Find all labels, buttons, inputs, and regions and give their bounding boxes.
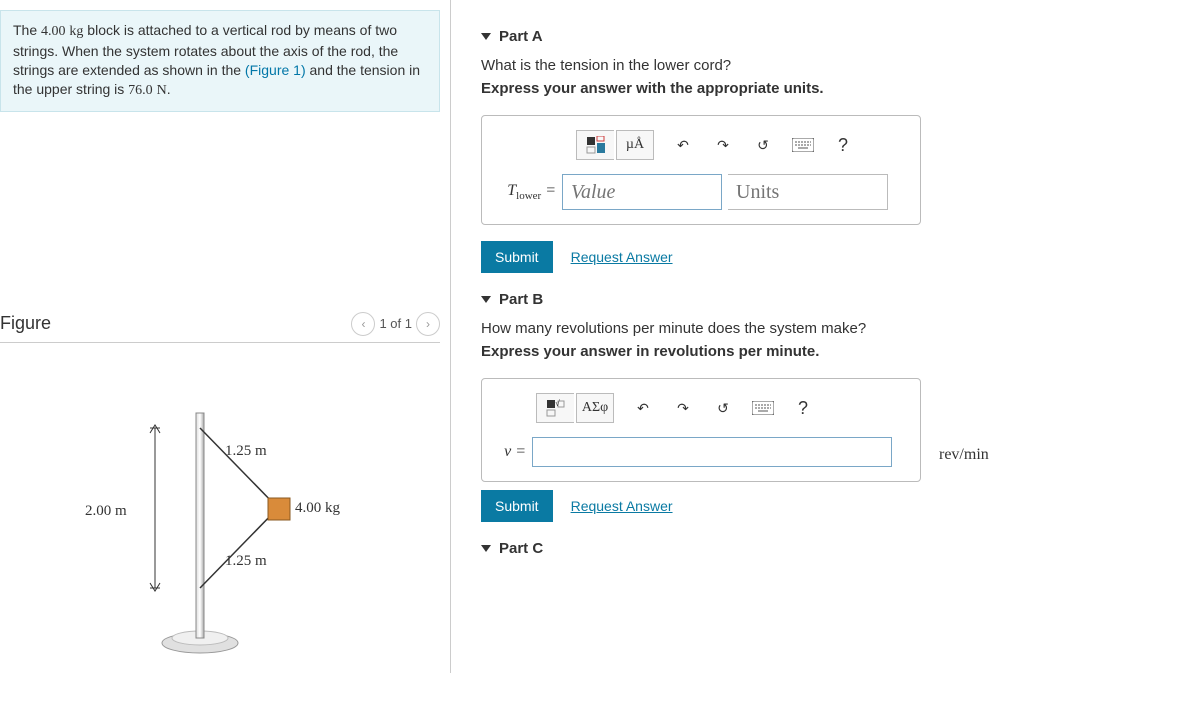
numeric-input[interactable] [532, 437, 892, 467]
undo-icon[interactable]: ↶ [624, 393, 662, 423]
redo-icon[interactable]: ↷ [704, 130, 742, 160]
part-c-header[interactable]: Part C [481, 540, 1180, 557]
pager-next[interactable]: › [416, 312, 440, 336]
part-a-header[interactable]: Part A [481, 28, 1180, 45]
keyboard-icon[interactable] [744, 393, 782, 423]
part-b-answer-box: √ ΑΣφ ↶ ↷ ↺ ? ν = [481, 378, 921, 482]
part-c-title: Part C [499, 540, 543, 557]
request-answer-link[interactable]: Request Answer [571, 249, 673, 265]
part-a-question: What is the tension in the lower cord? [481, 57, 1180, 74]
figure-diagram: 2.00 m 1.25 m 1.25 m 4.00 kg [0, 373, 440, 673]
help-icon[interactable]: ? [784, 393, 822, 423]
part-a-title: Part A [499, 28, 543, 45]
caret-down-icon [481, 33, 491, 40]
units-button[interactable]: µÅ [616, 130, 654, 160]
caret-down-icon [481, 545, 491, 552]
figure-dim-upper: 1.25 m [225, 443, 267, 460]
help-icon[interactable]: ? [824, 130, 862, 160]
unit-suffix: rev/min [939, 446, 989, 463]
request-answer-link-b[interactable]: Request Answer [571, 498, 673, 514]
value-input[interactable] [562, 174, 722, 210]
figure-title: Figure [0, 313, 51, 334]
redo-icon[interactable]: ↷ [664, 393, 702, 423]
part-a-instruction: Express your answer with the appropriate… [481, 80, 1180, 97]
reset-icon[interactable]: ↺ [744, 130, 782, 160]
problem-statement: The 4.00 kg block is attached to a verti… [0, 10, 440, 112]
svg-text:√: √ [555, 399, 560, 408]
part-b-var-label: ν = [496, 443, 526, 461]
part-a-answer-box: µÅ ↶ ↷ ↺ ? Tlower = [481, 115, 921, 225]
part-b-question: How many revolutions per minute does the… [481, 320, 1180, 337]
part-b-header[interactable]: Part B [481, 291, 1180, 308]
figure-dim-total: 2.00 m [85, 503, 127, 520]
figure-link[interactable]: (Figure 1) [245, 62, 306, 78]
figure-dim-lower: 1.25 m [225, 553, 267, 570]
keyboard-icon[interactable] [784, 130, 822, 160]
undo-icon[interactable]: ↶ [664, 130, 702, 160]
figure-pager: ‹ 1 of 1 › [351, 312, 440, 336]
reset-icon[interactable]: ↺ [704, 393, 742, 423]
symbols-button[interactable]: ΑΣφ [576, 393, 614, 423]
pager-label: 1 of 1 [379, 316, 412, 331]
submit-button-b[interactable]: Submit [481, 490, 553, 522]
part-b-title: Part B [499, 291, 543, 308]
templates-icon[interactable]: √ [536, 393, 574, 423]
figure-block-label: 4.00 kg [295, 500, 340, 517]
templates-icon[interactable] [576, 130, 614, 160]
submit-button[interactable]: Submit [481, 241, 553, 273]
pager-prev[interactable]: ‹ [351, 312, 375, 336]
units-input[interactable] [728, 174, 888, 210]
part-a-var-label: Tlower = [496, 182, 556, 202]
caret-down-icon [481, 296, 491, 303]
part-b-instruction: Express your answer in revolutions per m… [481, 343, 1180, 360]
